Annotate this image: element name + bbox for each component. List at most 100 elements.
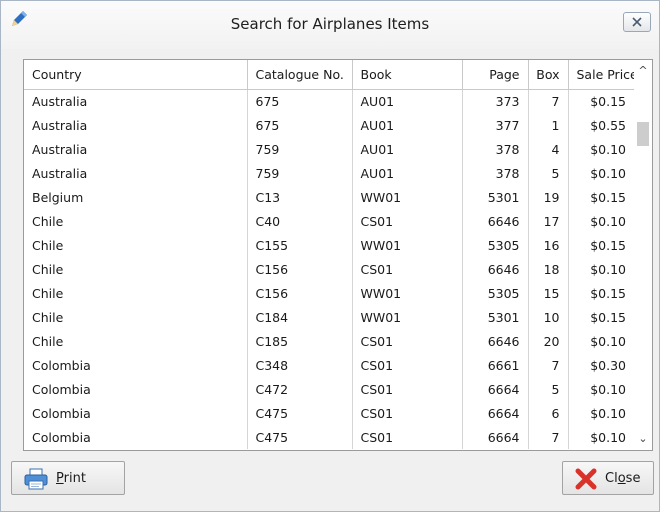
table-cell: $0.15 xyxy=(590,93,626,109)
table-cell: Chile xyxy=(24,209,248,233)
table-cell: 6664 xyxy=(462,425,529,449)
table-cell: 5301 xyxy=(462,185,529,209)
table-cell: 759 xyxy=(247,161,353,185)
table-cell: C472 xyxy=(247,377,353,401)
table-cell: $0.10 xyxy=(590,165,626,181)
close-button-label: Close xyxy=(605,471,641,486)
table-cell: WW01 xyxy=(352,233,463,257)
table-cell: C13 xyxy=(247,185,353,209)
table-cell: CS01 xyxy=(352,209,463,233)
table-row[interactable]: Australia 675 AU01 373 7 $0.15 xyxy=(24,89,634,113)
table-cell: 378 xyxy=(462,137,529,161)
table-cell: $0.10 xyxy=(590,141,626,157)
table-cell: C155 xyxy=(247,233,353,257)
table-row[interactable]: Colombia C472 CS01 6664 5 $0.10 xyxy=(24,377,634,401)
table-cell: 1 xyxy=(528,113,569,137)
table-cell: Colombia xyxy=(24,425,248,449)
table-row[interactable]: Australia 759 AU01 378 5 $0.10 xyxy=(24,161,634,185)
table-cell: 377 xyxy=(462,113,529,137)
window-title: Search for Airplanes Items xyxy=(230,15,430,33)
search-window: Search for Airplanes Items Country Catal… xyxy=(0,0,660,512)
table-cell: 5305 xyxy=(462,233,529,257)
table-cell: AU01 xyxy=(352,161,463,185)
table-cell: 17 xyxy=(528,209,569,233)
column-header-catalogue-no[interactable]: Catalogue No. xyxy=(247,60,353,90)
table-cell: $0.10 xyxy=(590,429,626,445)
table-row[interactable]: Chile C40 CS01 6646 17 $0.10 xyxy=(24,209,634,233)
table-row[interactable]: Colombia C475 CS01 6664 6 $0.10 xyxy=(24,401,634,425)
table-cell: CS01 xyxy=(352,401,463,425)
table-cell: CS01 xyxy=(352,329,463,353)
close-icon xyxy=(632,17,642,27)
table-cell: 18 xyxy=(528,257,569,281)
table-cell: 16 xyxy=(528,233,569,257)
table-row[interactable]: Colombia C348 CS01 6661 7 $0.30 xyxy=(24,353,634,377)
table-cell: 7 xyxy=(528,89,569,113)
table-cell: Chile xyxy=(24,281,248,305)
table-cell: WW01 xyxy=(352,281,463,305)
table-cell: 5 xyxy=(528,377,569,401)
table-cell: C475 xyxy=(247,425,353,449)
table-cell: $0.15 xyxy=(590,189,626,205)
table-cell: 6 xyxy=(528,401,569,425)
printer-icon xyxy=(24,468,48,494)
table-cell: Chile xyxy=(24,329,248,353)
vertical-scrollbar[interactable]: ^ ⌄ xyxy=(634,60,652,450)
table-cell: Colombia xyxy=(24,401,248,425)
table-row[interactable]: Chile C156 WW01 5305 15 $0.15 xyxy=(24,281,634,305)
table-row[interactable]: Chile C155 WW01 5305 16 $0.15 xyxy=(24,233,634,257)
table-cell: $0.10 xyxy=(590,381,626,397)
window-close-button[interactable] xyxy=(623,12,651,32)
table-cell: 6646 xyxy=(462,209,529,233)
red-x-icon xyxy=(575,468,597,494)
table-cell: CS01 xyxy=(352,257,463,281)
print-button[interactable]: Print xyxy=(11,461,125,495)
table-cell: $0.10 xyxy=(590,261,626,277)
table-cell: C156 xyxy=(247,257,353,281)
table-cell: AU01 xyxy=(352,113,463,137)
table-cell: 6664 xyxy=(462,401,529,425)
table-cell: $0.30 xyxy=(590,357,626,373)
column-header-box[interactable]: Box xyxy=(528,60,569,90)
table-cell: 19 xyxy=(528,185,569,209)
column-header-sale-price[interactable]: Sale Price xyxy=(568,60,634,90)
table-cell: C156 xyxy=(247,281,353,305)
table-cell: CS01 xyxy=(352,377,463,401)
table-cell: 6661 xyxy=(462,353,529,377)
table-row[interactable]: Chile C156 CS01 6646 18 $0.10 xyxy=(24,257,634,281)
column-header-country[interactable]: Country xyxy=(24,60,248,90)
chevron-down-icon[interactable]: ⌄ xyxy=(634,430,652,448)
table-cell: C184 xyxy=(247,305,353,329)
table-cell: 759 xyxy=(247,137,353,161)
column-header-page[interactable]: Page xyxy=(462,60,529,90)
table-row[interactable]: Chile C184 WW01 5301 10 $0.15 xyxy=(24,305,634,329)
table-row[interactable]: Australia 675 AU01 377 1 $0.55 xyxy=(24,113,634,137)
table-cell: 6664 xyxy=(462,377,529,401)
scrollbar-thumb[interactable] xyxy=(637,122,649,146)
table-cell: Australia xyxy=(24,137,248,161)
table-row[interactable]: Belgium C13 WW01 5301 19 $0.15 xyxy=(24,185,634,209)
table-row[interactable]: Colombia C475 CS01 6664 7 $0.10 xyxy=(24,425,634,449)
table-cell: $0.15 xyxy=(590,309,626,325)
title-bar[interactable]: Search for Airplanes Items xyxy=(1,1,659,49)
table-cell: $0.10 xyxy=(590,333,626,349)
table-cell: C40 xyxy=(247,209,353,233)
table-cell: $0.15 xyxy=(590,285,626,301)
table-cell: CS01 xyxy=(352,353,463,377)
table-row[interactable]: Australia 759 AU01 378 4 $0.10 xyxy=(24,137,634,161)
table-cell: $0.15 xyxy=(590,237,626,253)
table-cell: Australia xyxy=(24,161,248,185)
table-cell: 5305 xyxy=(462,281,529,305)
table-cell: C348 xyxy=(247,353,353,377)
chevron-up-icon[interactable]: ^ xyxy=(634,62,652,80)
table-cell: C185 xyxy=(247,329,353,353)
table-cell: 7 xyxy=(528,353,569,377)
table-cell: 6646 xyxy=(462,257,529,281)
close-button[interactable]: Close xyxy=(562,461,654,495)
results-grid[interactable]: Country Catalogue No. Book Page Box Sale… xyxy=(23,59,653,451)
column-header-book[interactable]: Book xyxy=(352,60,463,90)
table-cell: Chile xyxy=(24,305,248,329)
table-cell: 10 xyxy=(528,305,569,329)
table-cell: $0.10 xyxy=(590,213,626,229)
table-row[interactable]: Chile C185 CS01 6646 20 $0.10 xyxy=(24,329,634,353)
